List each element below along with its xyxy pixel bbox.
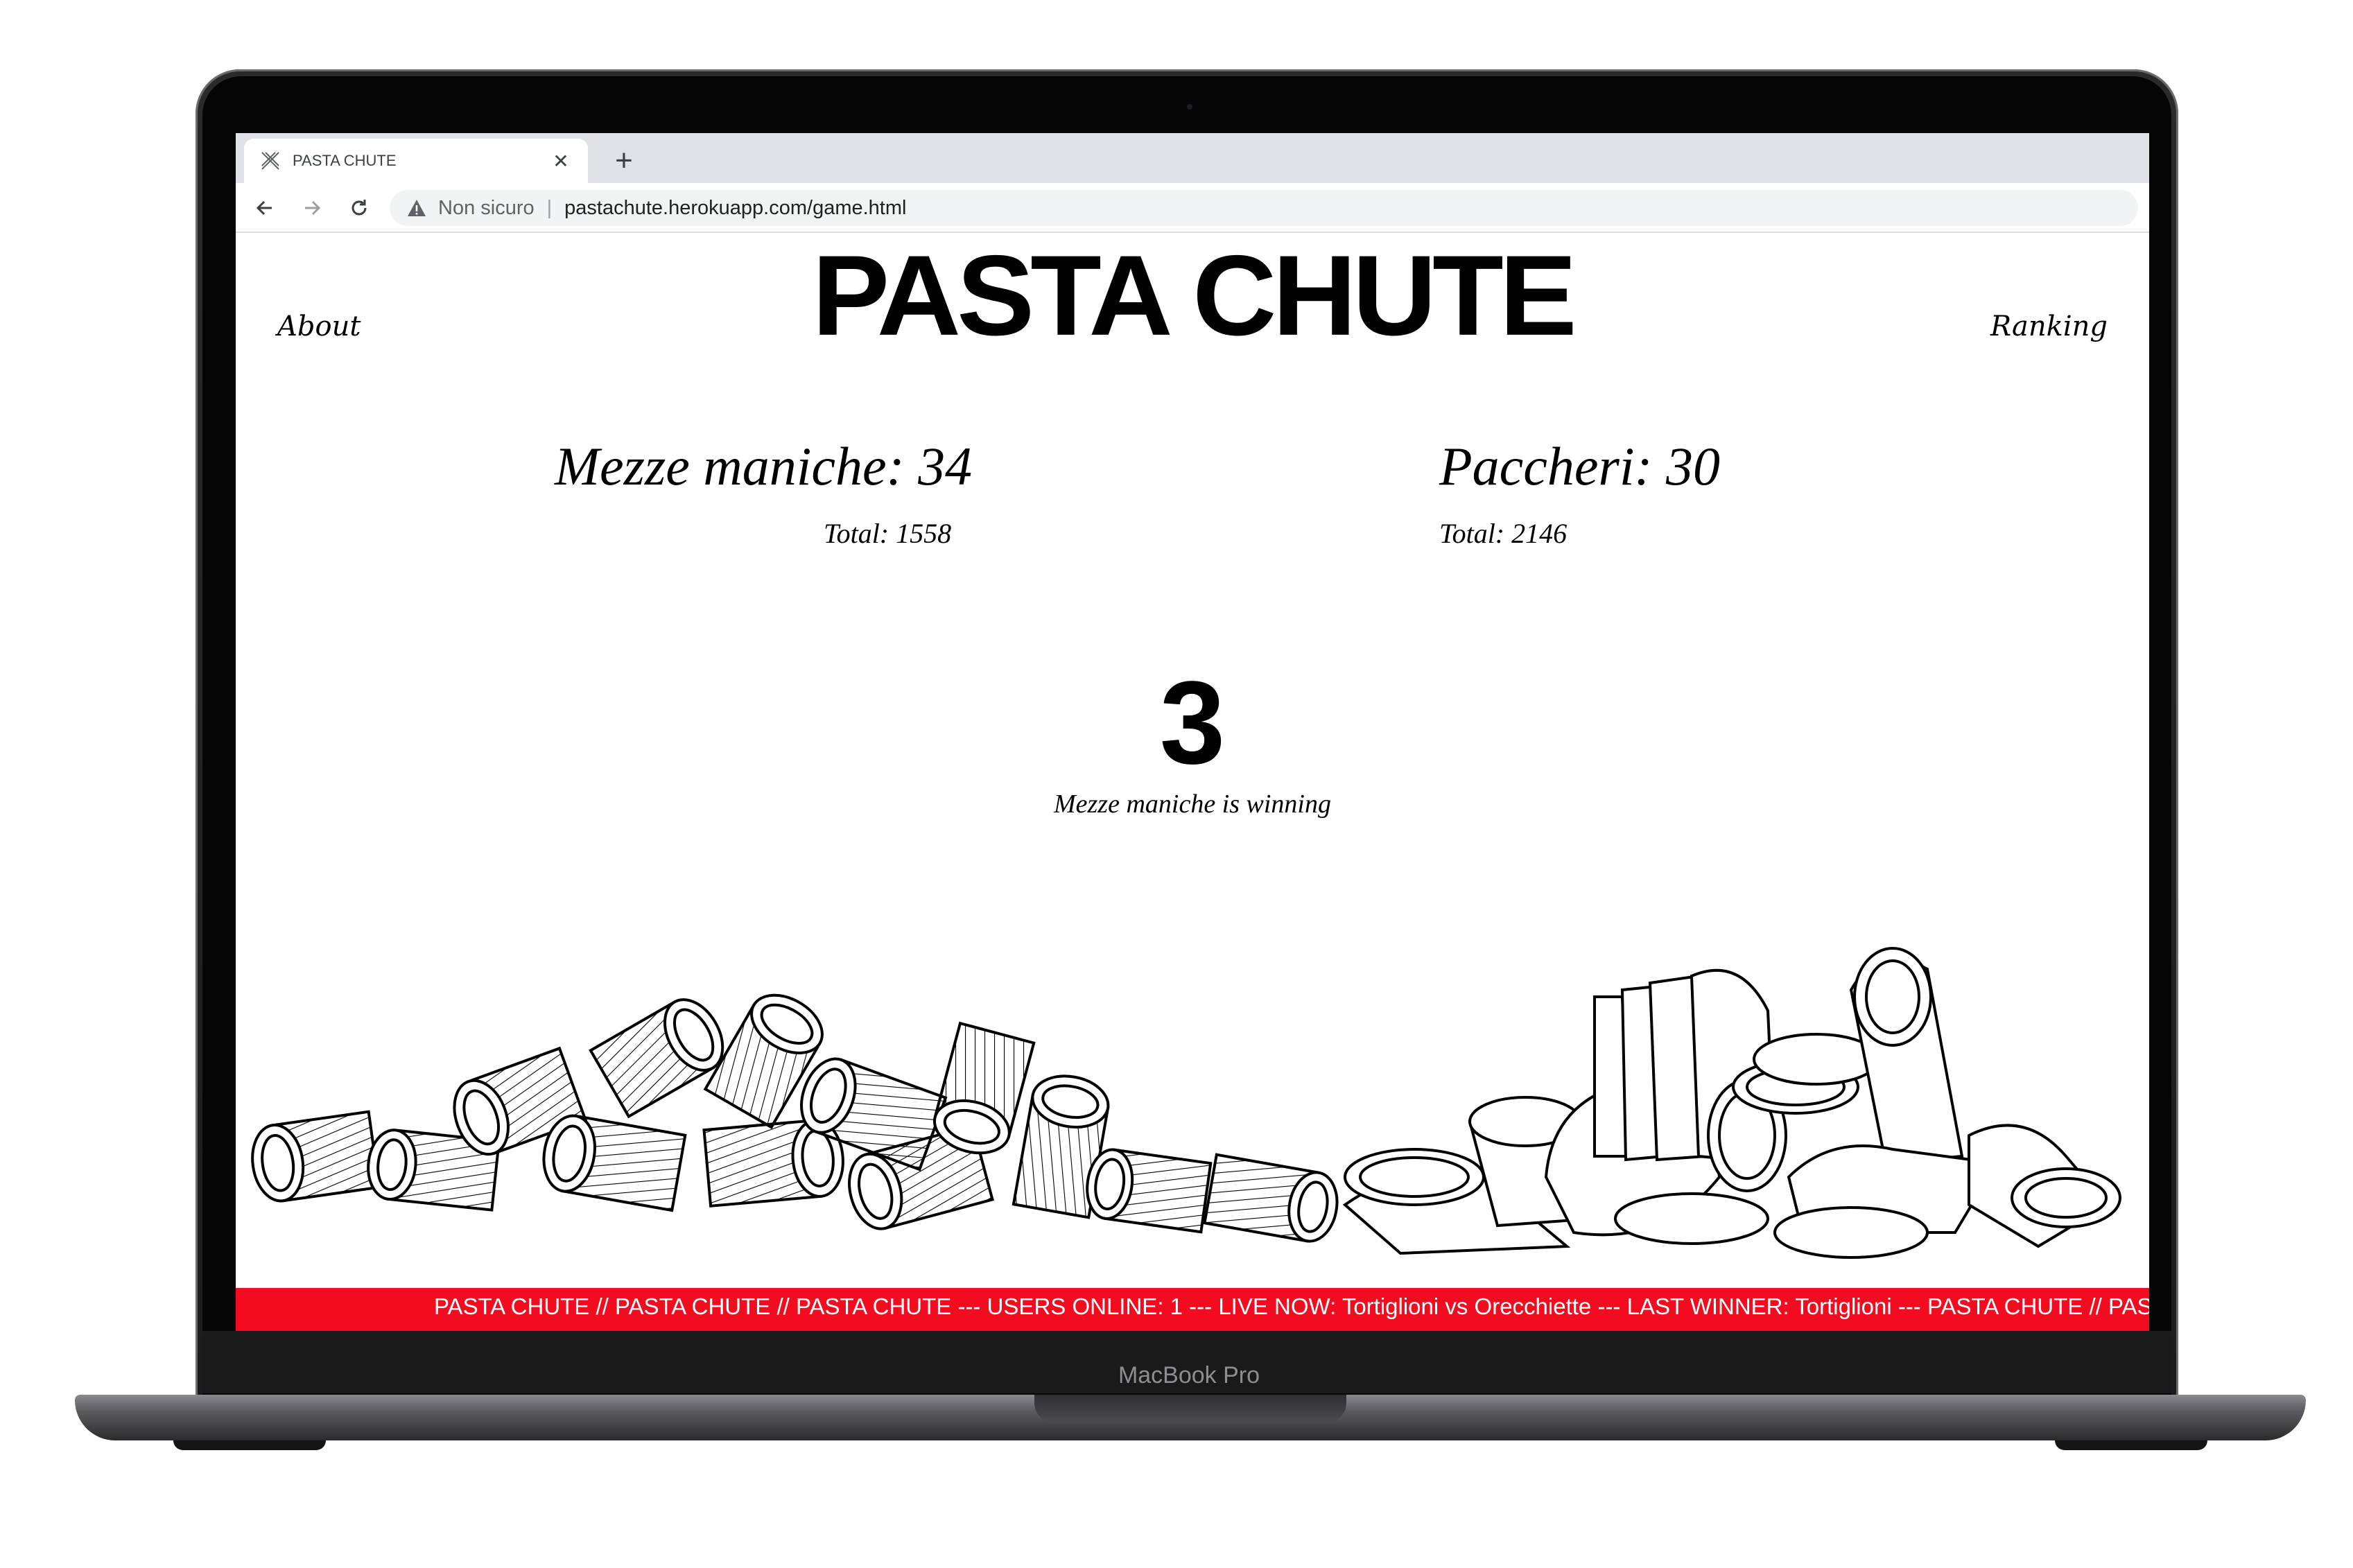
address-bar[interactable]: Non sicuro | pastachute.herokuapp.com/ga… bbox=[390, 190, 2138, 226]
url-text[interactable]: pastachute.herokuapp.com/game.html bbox=[564, 197, 906, 220]
left-team-score[interactable]: Mezze maniche: 34 bbox=[555, 435, 972, 498]
pasta-pile-illustration bbox=[251, 947, 2121, 1259]
winning-status: Mezze maniche is winning bbox=[1053, 790, 1331, 819]
browser-window: PASTA CHUTE ✕ + Non sicuro | pastachute.… bbox=[236, 133, 2149, 1331]
laptop-foot-right bbox=[2055, 1440, 2207, 1450]
right-team-total: Total: 2146 bbox=[1439, 518, 1568, 549]
right-team-score[interactable]: Paccheri: 30 bbox=[1439, 435, 1720, 498]
laptop-notch bbox=[1034, 1395, 1346, 1422]
browser-toolbar: Non sicuro | pastachute.herokuapp.com/ga… bbox=[236, 183, 2149, 233]
page-title[interactable]: PASTA CHUTE bbox=[236, 235, 2149, 355]
address-separator: | bbox=[546, 196, 553, 219]
tab-close-icon[interactable]: ✕ bbox=[549, 150, 573, 173]
new-tab-icon[interactable]: + bbox=[610, 140, 638, 182]
paccheri-pile bbox=[1342, 947, 2121, 1259]
news-ticker: PASTA CHUTE // PASTA CHUTE // PASTA CHUT… bbox=[236, 1288, 2149, 1331]
browser-tab[interactable]: PASTA CHUTE ✕ bbox=[244, 139, 588, 183]
about-link[interactable]: About bbox=[277, 311, 361, 342]
laptop-foot-left bbox=[173, 1440, 326, 1450]
warning-icon bbox=[408, 200, 426, 216]
pasta-favicon-icon bbox=[261, 152, 279, 170]
ranking-link[interactable]: Ranking bbox=[1990, 311, 2108, 342]
reload-icon[interactable] bbox=[342, 191, 376, 225]
mezze-maniche-pile bbox=[251, 993, 1339, 1243]
left-team-total: Total: 1558 bbox=[824, 518, 952, 549]
back-icon[interactable] bbox=[248, 191, 281, 225]
device-model-label: MacBook Pro bbox=[1118, 1362, 1260, 1388]
security-label[interactable]: Non sicuro bbox=[438, 197, 535, 220]
ticker-text: PASTA CHUTE // PASTA CHUTE // PASTA CHUT… bbox=[434, 1293, 2149, 1319]
camera-icon bbox=[1187, 104, 1192, 110]
forward-icon[interactable] bbox=[295, 191, 329, 225]
countdown-number: 3 bbox=[1159, 657, 1226, 789]
tab-title: PASTA CHUTE bbox=[293, 152, 397, 169]
page-content: PASTA CHUTE About Ranking Mezze maniche:… bbox=[236, 234, 2149, 1331]
tab-strip: PASTA CHUTE ✕ + bbox=[236, 133, 2149, 183]
